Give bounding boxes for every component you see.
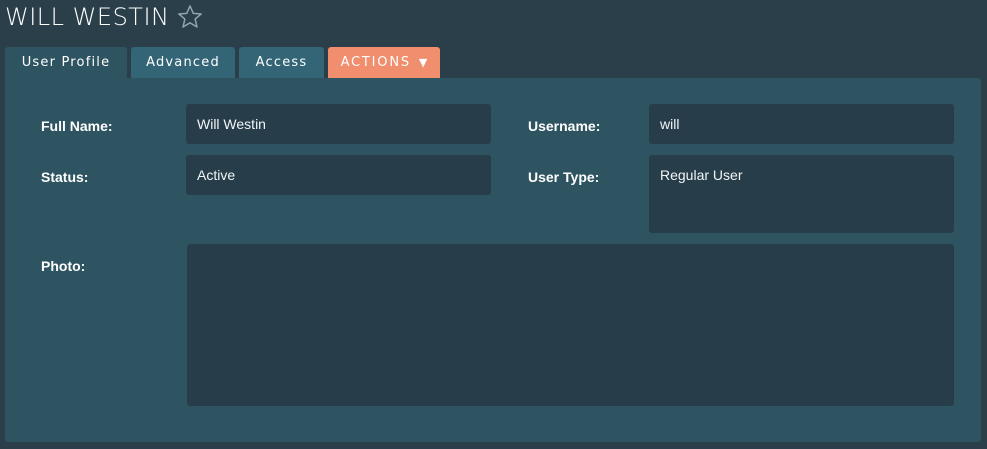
status-field[interactable]: Active (186, 155, 491, 195)
username-label: Username: (528, 118, 601, 134)
full-name-label: Full Name: (41, 118, 113, 134)
photo-label: Photo: (41, 258, 86, 274)
tab-label: Access (255, 55, 308, 70)
page-title: WILL WESTIN (5, 3, 170, 31)
actions-dropdown-button[interactable]: ACTIONS ▼ (328, 47, 440, 78)
full-name-value: Will Westin (197, 116, 266, 132)
caret-down-icon: ▼ (418, 56, 428, 69)
actions-label: ACTIONS (340, 55, 411, 70)
user-type-field[interactable]: Regular User (649, 155, 954, 233)
username-value: will (660, 116, 680, 132)
user-type-value: Regular User (660, 167, 743, 183)
tab-access[interactable]: Access (239, 47, 324, 78)
title-row: WILL WESTIN (5, 0, 204, 34)
status-label: Status: (41, 169, 89, 185)
user-type-label: User Type: (528, 169, 600, 185)
tab-bar: User Profile Advanced Access ACTIONS ▼ (5, 47, 440, 78)
star-outline-icon[interactable] (176, 3, 204, 31)
photo-field[interactable] (187, 244, 954, 406)
tab-user-profile[interactable]: User Profile (5, 47, 127, 78)
status-value: Active (197, 167, 236, 183)
full-name-field[interactable]: Will Westin (186, 104, 491, 144)
tab-label: User Profile (21, 55, 111, 70)
tab-label: Advanced (146, 55, 220, 70)
user-profile-panel: Full Name: Will Westin Username: will St… (5, 78, 981, 442)
tab-advanced[interactable]: Advanced (131, 47, 235, 78)
username-field[interactable]: will (649, 104, 954, 144)
